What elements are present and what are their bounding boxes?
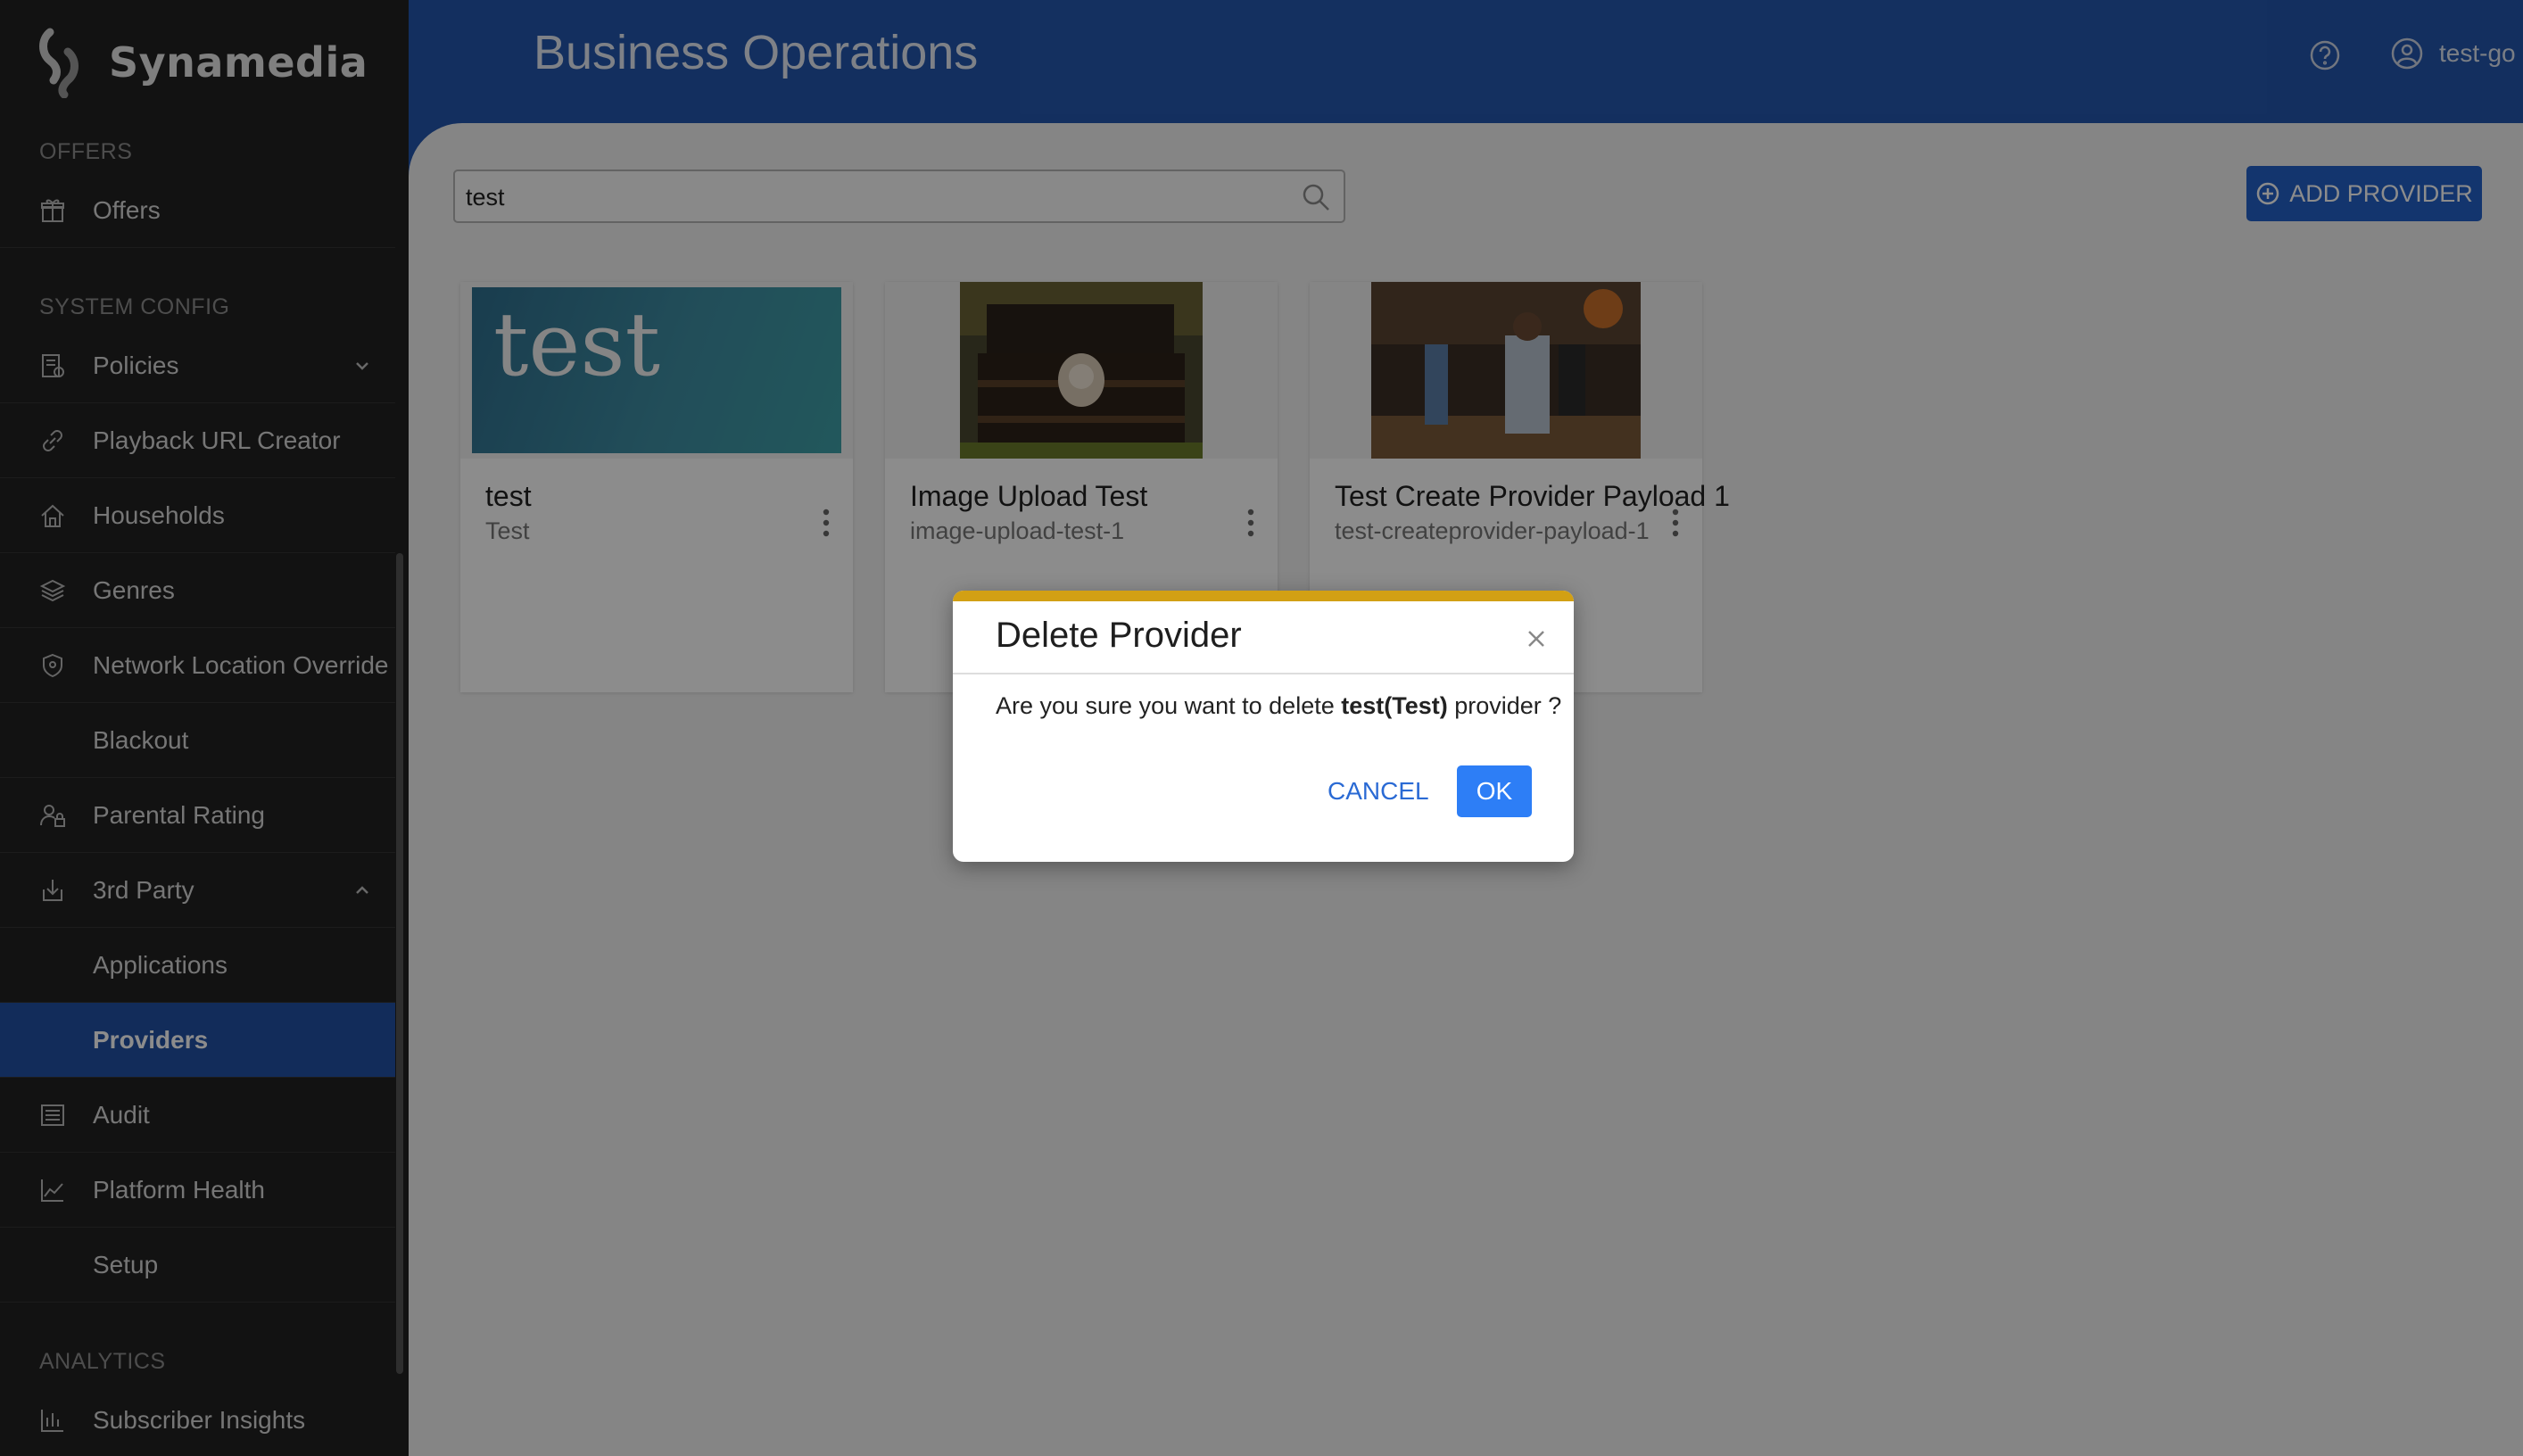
dialog-divider <box>953 673 1574 674</box>
dialog-title: Delete Provider <box>996 616 1242 655</box>
message-prefix: Are you sure you want to delete <box>996 692 1342 719</box>
ok-button[interactable]: OK <box>1457 765 1532 817</box>
close-icon[interactable] <box>1524 626 1549 651</box>
message-target: test(Test) <box>1341 692 1448 719</box>
delete-provider-dialog: Delete Provider Are you sure you want to… <box>953 591 1574 862</box>
message-suffix: provider ? <box>1447 692 1562 719</box>
cancel-button[interactable]: CANCEL <box>1328 765 1429 817</box>
dialog-message: Are you sure you want to delete test(Tes… <box>996 692 1561 720</box>
dialog-accent-bar <box>953 591 1574 601</box>
